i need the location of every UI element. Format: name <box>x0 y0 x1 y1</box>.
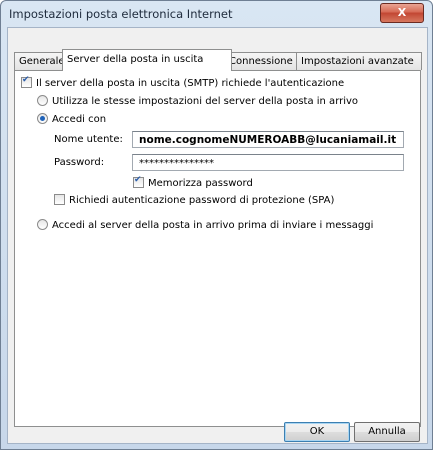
tab-panel-outgoing: Il server della posta in uscita (SMTP) r… <box>14 70 421 427</box>
remember-password-check-icon[interactable] <box>133 175 144 188</box>
window-title: Impostazioni posta elettronica Internet <box>9 7 233 21</box>
username-label: Nome utente: <box>54 134 123 145</box>
smtp-auth-check-icon[interactable] <box>21 75 32 88</box>
cancel-button[interactable]: Annulla <box>354 422 420 442</box>
dialog-window: Impostazioni posta elettronica Internet … <box>0 0 433 450</box>
smtp-auth-checkbox[interactable]: Il server della posta in uscita (SMTP) r… <box>21 75 345 89</box>
tab-generale[interactable]: Generale <box>14 52 69 70</box>
use-same-settings-radio[interactable]: Utilizza le stesse impostazioni del serv… <box>37 95 358 107</box>
login-incoming-first-label: Accedi al server della posta in arrivo p… <box>52 220 374 231</box>
smtp-auth-label: Il server della posta in uscita (SMTP) r… <box>36 78 345 89</box>
login-with-radio[interactable]: Accedi con <box>37 113 106 125</box>
close-button[interactable]: X <box>380 3 424 23</box>
remember-password-checkbox[interactable]: Memorizza password <box>133 175 253 189</box>
use-same-label: Utilizza le stesse impostazioni del serv… <box>52 96 359 107</box>
login-incoming-first-radio-icon[interactable] <box>37 219 48 230</box>
use-same-radio-icon[interactable] <box>37 95 48 106</box>
login-incoming-first-radio[interactable]: Accedi al server della posta in arrivo p… <box>37 219 373 231</box>
login-with-radio-icon[interactable] <box>37 113 48 124</box>
tab-connessione[interactable]: Connessione <box>224 52 304 70</box>
tab-impostazioni-avanzate[interactable]: Impostazioni avanzate <box>296 52 422 70</box>
remember-password-label: Memorizza password <box>148 178 253 189</box>
dialog-body: Generale Server della posta in uscita Co… <box>7 27 428 444</box>
password-label: Password: <box>54 157 105 168</box>
spa-label: Richiedi autenticazione password di prot… <box>69 195 335 206</box>
spa-checkbox[interactable]: Richiedi autenticazione password di prot… <box>54 194 334 206</box>
password-input[interactable]: *************** <box>132 154 404 171</box>
username-input[interactable]: nome.cognomeNUMEROABB@lucaniamail.it <box>132 131 404 148</box>
close-icon: X <box>397 6 407 19</box>
title-bar[interactable]: Impostazioni posta elettronica Internet … <box>1 1 432 27</box>
login-with-label: Accedi con <box>52 114 107 125</box>
spa-check-icon[interactable] <box>54 194 65 205</box>
tab-server-posta-uscita[interactable]: Server della posta in uscita <box>62 49 232 71</box>
ok-button[interactable]: OK <box>284 422 350 442</box>
